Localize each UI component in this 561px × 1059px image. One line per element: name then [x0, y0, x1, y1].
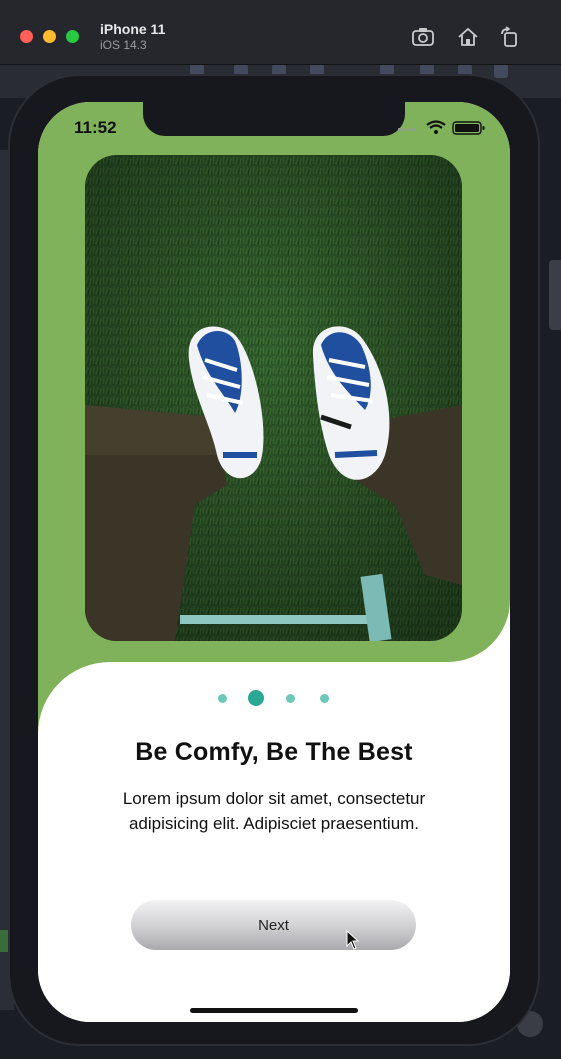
phone-screen: 11:52 Be Comfy, Be The Best Lorem ipsum …	[38, 102, 510, 1022]
status-icons	[398, 120, 485, 135]
close-window-button[interactable]	[20, 30, 33, 43]
minimize-window-button[interactable]	[43, 30, 56, 43]
page-dot[interactable]	[320, 694, 329, 703]
hero-image	[85, 155, 462, 641]
next-button[interactable]: Next	[131, 900, 416, 950]
background-window	[549, 260, 561, 330]
wifi-icon	[426, 120, 446, 134]
simulator-titlebar: iPhone 11 iOS 14.3	[0, 0, 561, 65]
sneakers-on-grass-illustration	[85, 155, 462, 641]
onboarding-title: Be Comfy, Be The Best	[135, 738, 413, 766]
screenshot-icon[interactable]	[411, 26, 435, 48]
page-dot-active[interactable]	[248, 690, 264, 706]
cellular-icon	[398, 128, 416, 131]
battery-icon	[452, 121, 485, 135]
home-icon[interactable]	[456, 26, 480, 48]
zoom-window-button[interactable]	[66, 30, 79, 43]
os-version: iOS 14.3	[100, 38, 147, 52]
page-indicator[interactable]	[38, 688, 510, 708]
blurred-icon	[494, 64, 508, 78]
mouse-cursor-icon	[346, 930, 360, 950]
home-indicator[interactable]	[190, 1008, 358, 1013]
onboarding-description: Lorem ipsum dolor sit amet, consectetur …	[122, 789, 426, 833]
device-name: iPhone 11	[100, 21, 166, 37]
notch	[143, 102, 405, 136]
status-time: 11:52	[74, 118, 117, 137]
content-panel	[38, 662, 510, 1022]
page-dot[interactable]	[218, 694, 227, 703]
page-dot[interactable]	[286, 694, 295, 703]
rotate-icon[interactable]	[498, 26, 522, 48]
